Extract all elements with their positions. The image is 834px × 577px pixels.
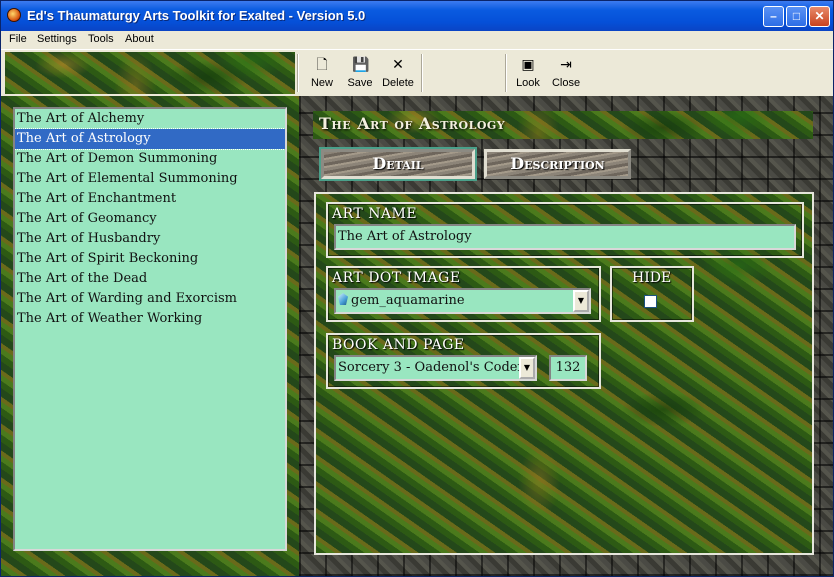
delete-x-icon: ✕	[392, 56, 404, 72]
tab-description[interactable]: Description	[484, 149, 631, 179]
gem-icon	[338, 293, 348, 305]
art-name-group: ART NAME The Art of Astrology	[326, 202, 804, 258]
art-dot-image-label: ART DOT IMAGE	[332, 270, 461, 286]
hide-checkbox[interactable]	[644, 295, 657, 308]
chevron-down-icon[interactable]: ▼	[573, 290, 589, 312]
title-bar[interactable]: Ed's Thaumaturgy Arts Toolkit for Exalte…	[1, 1, 833, 31]
look-label: Look	[516, 77, 540, 89]
look-button[interactable]: ▣ Look	[508, 54, 548, 92]
minimize-icon: –	[770, 9, 777, 23]
art-name-input[interactable]: The Art of Astrology	[334, 224, 796, 250]
list-item[interactable]: The Art of Astrology	[15, 128, 285, 150]
maximize-icon: □	[792, 9, 801, 23]
arts-list[interactable]: The Art of Alchemy The Art of Astrology Th…	[13, 107, 287, 551]
art-heading: The Art of Astrology	[319, 114, 506, 133]
menu-about[interactable]: About	[125, 33, 154, 45]
menu-tools[interactable]: Tools	[88, 33, 114, 45]
look-window-icon: ▣	[521, 56, 535, 72]
main-content: The Art of Alchemy The Art of Astrology Th…	[1, 96, 833, 576]
hide-group: HIDE	[610, 266, 694, 322]
new-document-icon: 🗋	[316, 56, 328, 72]
window-title: Ed's Thaumaturgy Arts Toolkit for Exalte…	[27, 8, 366, 23]
toolbar-separator	[421, 54, 423, 92]
save-disk-icon: 💾	[352, 56, 370, 72]
list-item[interactable]: The Art of Weather Working	[15, 309, 285, 329]
new-button[interactable]: 🗋 New	[302, 54, 342, 92]
list-item[interactable]: The Art of Elemental Summoning	[15, 169, 285, 189]
close-door-icon: ⇥	[560, 56, 572, 72]
toolbar-banner-image	[5, 52, 295, 94]
toolbar-separator	[505, 54, 507, 92]
list-item[interactable]: The Art of Geomancy	[15, 209, 285, 229]
list-item[interactable]: The Art of Warding and Exorcism	[15, 289, 285, 309]
delete-button[interactable]: ✕ Delete	[378, 54, 418, 92]
minimize-button[interactable]: –	[763, 6, 784, 27]
list-item[interactable]: The Art of Husbandry	[15, 229, 285, 249]
close-button[interactable]: ⇥ Close	[546, 54, 586, 92]
toolbar: 🗋 New 💾 Save ✕ Delete ▣ Look ⇥ Close	[1, 49, 833, 96]
menu-bar: File Settings Tools About	[1, 31, 833, 49]
list-item[interactable]: The Art of Enchantment	[15, 189, 285, 209]
list-item[interactable]: The Art of Demon Summoning	[15, 149, 285, 169]
menu-settings[interactable]: Settings	[37, 33, 77, 45]
toolbar-separator	[297, 54, 299, 92]
save-button[interactable]: 💾 Save	[340, 54, 380, 92]
app-window: Ed's Thaumaturgy Arts Toolkit for Exalte…	[0, 0, 834, 577]
art-dot-image-value: gem_aquamarine	[351, 293, 465, 308]
list-item[interactable]: The Art of Spirit Beckoning	[15, 249, 285, 269]
book-value: Sorcery 3 - Oadenol's Codex	[338, 360, 525, 375]
app-icon[interactable]	[7, 8, 21, 22]
close-label: Close	[551, 77, 581, 89]
tab-detail[interactable]: Detail	[321, 149, 475, 179]
save-label: Save	[347, 77, 373, 89]
book-and-page-group: BOOK AND PAGE Sorcery 3 - Oadenol's Code…	[326, 333, 601, 389]
book-and-page-label: BOOK AND PAGE	[332, 337, 465, 353]
detail-panel: ART NAME The Art of Astrology ART DOT IM…	[314, 192, 814, 555]
list-item[interactable]: The Art of Alchemy	[15, 109, 285, 129]
maximize-button[interactable]: □	[786, 6, 807, 27]
art-dot-image-group: ART DOT IMAGE gem_aquamarine ▼	[326, 266, 601, 322]
new-label: New	[310, 77, 333, 89]
menu-file[interactable]: File	[9, 33, 27, 45]
close-window-button[interactable]: ✕	[809, 6, 830, 27]
close-icon: ✕	[814, 9, 825, 23]
art-name-label: ART NAME	[332, 206, 418, 222]
page-input[interactable]: 132	[549, 355, 587, 381]
hide-label: HIDE	[632, 270, 672, 286]
delete-label: Delete	[382, 77, 414, 89]
art-dot-image-select[interactable]: gem_aquamarine ▼	[334, 288, 591, 314]
list-item[interactable]: The Art of the Dead	[15, 269, 285, 289]
book-select[interactable]: Sorcery 3 - Oadenol's Codex ▼	[334, 355, 537, 381]
chevron-down-icon[interactable]: ▼	[519, 357, 535, 379]
